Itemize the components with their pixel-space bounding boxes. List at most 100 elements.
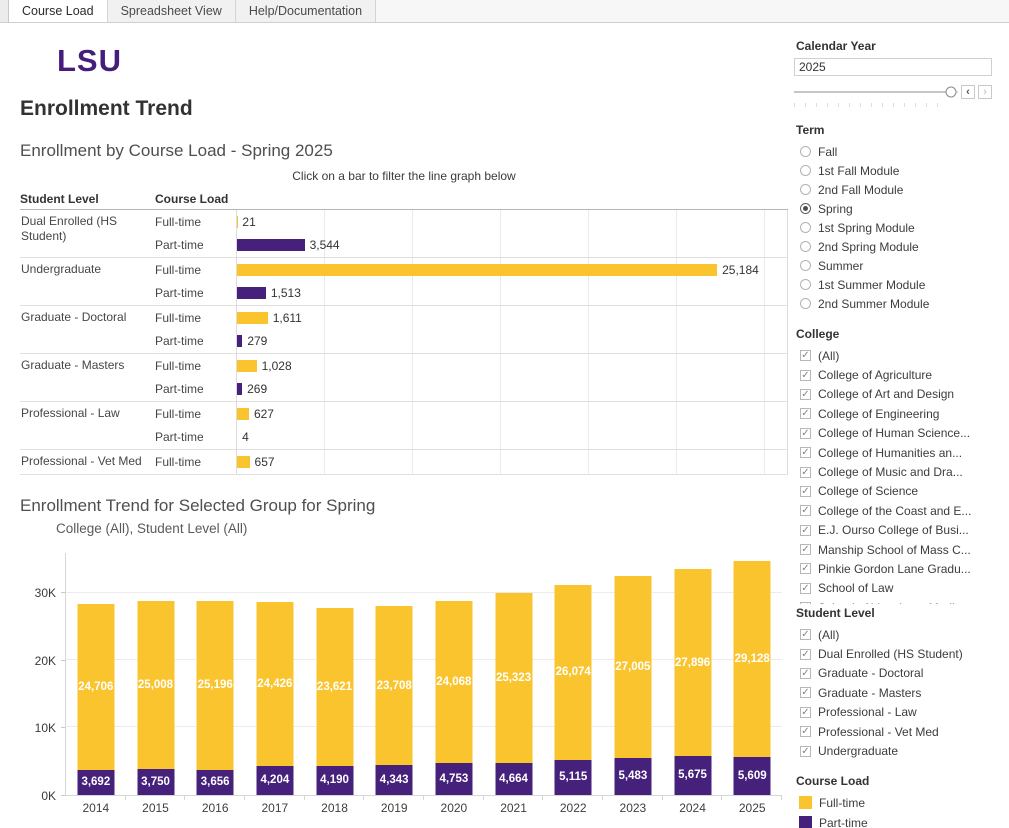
part-time-segment[interactable]: 4,343: [376, 765, 413, 794]
stacked-bar-2015[interactable]: 25,0083,750: [137, 553, 174, 795]
full-time-segment[interactable]: 27,005: [614, 576, 651, 758]
full-time-segment[interactable]: 24,068: [435, 601, 472, 763]
part-time-segment[interactable]: 4,753: [435, 763, 472, 795]
term-option-2nd-summer-module[interactable]: 2nd Summer Module: [794, 294, 999, 313]
college-option-school-of-law[interactable]: ✓School of Law: [794, 579, 999, 598]
part-time-segment[interactable]: 4,190: [316, 766, 353, 794]
radio-2nd-fall-module[interactable]: [800, 184, 811, 195]
student-level-cell[interactable]: Graduate - Masters: [20, 354, 155, 401]
college-option-college-of-art-and-design[interactable]: ✓College of Art and Design: [794, 385, 999, 404]
tab-help-documentation[interactable]: Help/Documentation: [236, 0, 376, 22]
student-level-option-dual-enrolled-hs-student[interactable]: ✓Dual Enrolled (HS Student): [794, 644, 999, 663]
college-option-e-j-ourso-college-of-busi[interactable]: ✓E.J. Ourso College of Busi...: [794, 521, 999, 540]
checkbox-professional-vet-med[interactable]: ✓: [800, 726, 811, 737]
term-option-summer[interactable]: Summer: [794, 256, 999, 275]
stacked-bar-2014[interactable]: 24,7063,692: [77, 553, 114, 795]
full-time-segment[interactable]: 25,196: [197, 601, 234, 770]
column-header-student-level[interactable]: Student Level: [20, 192, 155, 206]
college-option-college-of-human-science[interactable]: ✓College of Human Science...: [794, 424, 999, 443]
term-option-1st-summer-module[interactable]: 1st Summer Module: [794, 275, 999, 294]
radio-2nd-spring-module[interactable]: [800, 241, 811, 252]
part-time-segment[interactable]: 3,692: [77, 770, 114, 795]
checkbox-college-of-engineering[interactable]: ✓: [800, 408, 811, 419]
stacked-bar-2024[interactable]: 27,8965,675: [674, 553, 711, 795]
stacked-bar-2019[interactable]: 23,7084,343: [376, 553, 413, 795]
calendar-year-slider-track[interactable]: [794, 91, 958, 93]
student-level-cell[interactable]: Dual Enrolled (HS Student): [20, 210, 155, 257]
course-load-cell[interactable]: Part-time: [155, 382, 236, 396]
radio-1st-summer-module[interactable]: [800, 279, 811, 290]
student-level-option-all[interactable]: ✓(All): [794, 625, 999, 644]
checkbox-professional-law[interactable]: ✓: [800, 707, 811, 718]
tab-scroller[interactable]: [0, 0, 9, 22]
radio-fall[interactable]: [800, 146, 811, 157]
bar-dual-enrolled-hs-student-part-time[interactable]: [237, 239, 305, 251]
checkbox-college-of-art-and-design[interactable]: ✓: [800, 389, 811, 400]
bar-undergraduate-part-time[interactable]: [237, 287, 266, 299]
course-load-cell[interactable]: Full-time: [155, 311, 236, 325]
college-option-college-of-agriculture[interactable]: ✓College of Agriculture: [794, 365, 999, 384]
checkbox-school-of-veterinary-medi[interactable]: ✓: [800, 602, 811, 604]
stacked-bar-2023[interactable]: 27,0055,483: [614, 553, 651, 795]
checkbox-all[interactable]: ✓: [800, 350, 811, 361]
part-time-segment[interactable]: 4,664: [495, 763, 532, 794]
full-time-segment[interactable]: 24,426: [256, 602, 293, 766]
bar-professional-vet-med-full-time[interactable]: [237, 456, 250, 468]
course-load-cell[interactable]: Part-time: [155, 430, 236, 444]
student-level-option-graduate-doctoral[interactable]: ✓Graduate - Doctoral: [794, 664, 999, 683]
course-load-cell[interactable]: Full-time: [155, 215, 236, 229]
checkbox-dual-enrolled-hs-student[interactable]: ✓: [800, 649, 811, 660]
college-option-college-of-science[interactable]: ✓College of Science: [794, 482, 999, 501]
year-prev-button[interactable]: ‹: [961, 85, 975, 99]
course-load-cell[interactable]: Part-time: [155, 334, 236, 348]
checkbox-graduate-masters[interactable]: ✓: [800, 687, 811, 698]
tab-course-load[interactable]: Course Load: [9, 0, 108, 22]
checkbox-school-of-law[interactable]: ✓: [800, 583, 811, 594]
stacked-bar-2017[interactable]: 24,4264,204: [256, 553, 293, 795]
bar-graduate-doctoral-full-time[interactable]: [237, 312, 268, 324]
college-option-school-of-veterinary-medi[interactable]: ✓School of Veterinary Medi...: [794, 598, 999, 604]
student-level-option-graduate-masters[interactable]: ✓Graduate - Masters: [794, 683, 999, 702]
course-load-cell[interactable]: Full-time: [155, 407, 236, 421]
bar-undergraduate-full-time[interactable]: [237, 264, 717, 276]
checkbox-college-of-science[interactable]: ✓: [800, 486, 811, 497]
checkbox-graduate-doctoral[interactable]: ✓: [800, 668, 811, 679]
radio-summer[interactable]: [800, 260, 811, 271]
term-option-1st-spring-module[interactable]: 1st Spring Module: [794, 218, 999, 237]
full-time-segment[interactable]: 23,621: [316, 608, 353, 767]
stacked-bar-2016[interactable]: 25,1963,656: [197, 553, 234, 795]
part-time-segment[interactable]: 5,609: [734, 757, 771, 795]
term-option-2nd-fall-module[interactable]: 2nd Fall Module: [794, 180, 999, 199]
stacked-bar-2022[interactable]: 26,0745,115: [555, 553, 592, 795]
checkbox-pinkie-gordon-lane-gradu[interactable]: ✓: [800, 563, 811, 574]
student-level-option-professional-law[interactable]: ✓Professional - Law: [794, 703, 999, 722]
part-time-segment[interactable]: 5,675: [674, 756, 711, 794]
slider-handle[interactable]: [946, 87, 957, 98]
student-level-cell[interactable]: Professional - Law: [20, 402, 155, 449]
radio-spring[interactable]: [800, 203, 811, 214]
checkbox-all[interactable]: ✓: [800, 629, 811, 640]
checkbox-college-of-humanities-an[interactable]: ✓: [800, 447, 811, 458]
student-level-option-undergraduate[interactable]: ✓Undergraduate: [794, 741, 999, 760]
checkbox-college-of-the-coast-and-e[interactable]: ✓: [800, 505, 811, 516]
stacked-bar-2021[interactable]: 25,3234,664: [495, 553, 532, 795]
bar-graduate-masters-part-time[interactable]: [237, 383, 242, 395]
calendar-year-input[interactable]: [794, 58, 992, 76]
college-option-college-of-the-coast-and-e[interactable]: ✓College of the Coast and E...: [794, 501, 999, 520]
legend-item-full-time[interactable]: Full-time: [794, 793, 999, 813]
full-time-segment[interactable]: 29,128: [734, 561, 771, 757]
part-time-segment[interactable]: 3,656: [197, 770, 234, 795]
full-time-segment[interactable]: 25,008: [137, 601, 174, 769]
student-level-cell[interactable]: Professional - Vet Med: [20, 450, 155, 474]
full-time-segment[interactable]: 24,706: [77, 604, 114, 770]
full-time-segment[interactable]: 27,896: [674, 569, 711, 757]
full-time-segment[interactable]: 23,708: [376, 606, 413, 765]
radio-1st-fall-module[interactable]: [800, 165, 811, 176]
legend-item-part-time[interactable]: Part-time: [794, 813, 999, 828]
course-load-cell[interactable]: Full-time: [155, 359, 236, 373]
part-time-segment[interactable]: 5,115: [555, 760, 592, 794]
column-header-course-load[interactable]: Course Load: [155, 192, 236, 206]
term-option-2nd-spring-module[interactable]: 2nd Spring Module: [794, 237, 999, 256]
student-level-cell[interactable]: Graduate - Doctoral: [20, 306, 155, 353]
checkbox-college-of-music-and-dra[interactable]: ✓: [800, 467, 811, 478]
